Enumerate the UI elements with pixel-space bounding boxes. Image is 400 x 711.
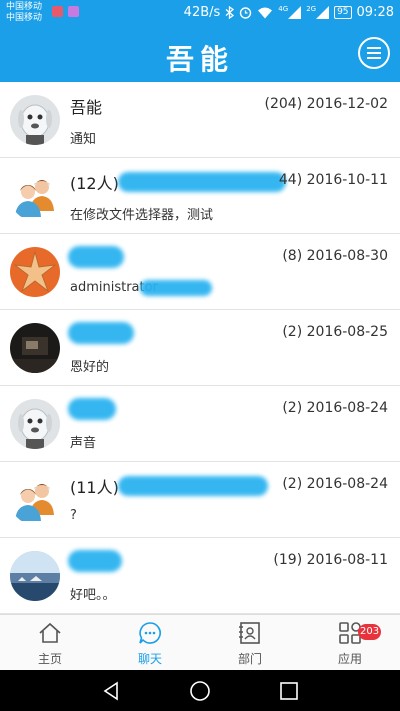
chat-list-item[interactable]: (11人) (2) 2016-08-24 ? [0,462,400,538]
tab-label: 主页 [37,652,62,666]
redacted-preview [140,280,212,296]
alarm-icon [240,7,252,19]
unread-count: (8) [282,248,303,264]
photo-avatar [10,323,60,373]
chat-preview: 恩好的 [70,360,110,375]
recents-icon[interactable] [278,680,300,702]
network-2g-label: 2G [306,5,317,13]
carrier-label: 中国移动 [6,13,43,23]
contacts-icon [239,622,260,644]
tab-chat[interactable]: 聊天 [100,615,200,671]
redacted-name [118,172,286,192]
unread-count: (204) [264,96,303,112]
redacted-name [68,398,116,420]
signal-icon [316,6,330,19]
chat-list-item[interactable]: 吾能 (204) 2016-12-02 通知 [0,82,400,158]
robot-avatar [10,95,60,145]
starfish-avatar [10,247,60,297]
status-bar: 中国移动 中国移动 42B/s 4G 2G 95 09:28 [0,0,400,28]
chat-meta: 44) 2016-10-11 [279,172,388,188]
chat-meta: (204) 2016-12-02 [265,96,388,112]
chat-date: 2016-12-02 [306,96,388,112]
chat-name: (12人) [70,174,119,193]
unread-count: (2) [282,324,303,340]
redacted-name [68,246,124,268]
chat-list-item[interactable]: (19) 2016-08-11 好吧。。 [0,538,400,614]
hamburger-menu-icon[interactable] [358,37,390,69]
home-nav-icon[interactable] [189,680,211,702]
chat-preview: 声音 [70,436,97,451]
chat-date: 2016-08-24 [306,476,388,492]
chat-date: 2016-10-11 [306,172,388,188]
photo-avatar [10,551,60,601]
chat-name: 吾能 [70,98,103,117]
chat-date: 2016-08-25 [306,324,388,340]
tab-apps[interactable]: 203 应用 [300,615,400,671]
chat-preview: 在修改文件选择器，测试 [70,208,214,223]
chat-preview: 通知 [70,132,97,147]
chat-preview: 好吧。。 [70,588,116,603]
clock: 09:28 [356,5,394,20]
unread-count: 44) [278,172,303,188]
group-avatar [10,171,60,221]
back-icon[interactable] [100,680,122,702]
carrier-label: 中国移动 [6,2,43,12]
app-notification-icon [68,6,79,17]
chat-list-item[interactable]: (2) 2016-08-24 声音 [0,386,400,462]
chat-meta: (2) 2016-08-24 [282,400,388,416]
unread-count: (2) [282,400,303,416]
chat-date: 2016-08-30 [306,248,388,264]
chat-preview: ? [70,508,77,523]
chat-list-item[interactable]: (12人) 44) 2016-10-11 在修改文件选择器，测试 [0,158,400,234]
group-avatar [10,475,60,525]
tab-home[interactable]: 主页 [0,615,100,671]
app-header: 吾能 [0,28,400,82]
chat-meta: (2) 2016-08-25 [282,324,388,340]
unread-count: (2) [282,476,303,492]
app-notification-icon [52,6,63,17]
chat-date: 2016-08-11 [306,552,388,568]
status-indicators: 42B/s 4G 2G 95 09:28 [184,5,394,20]
chat-meta: (8) 2016-08-30 [282,248,388,264]
chat-meta: (2) 2016-08-24 [282,476,388,492]
battery-indicator: 95 [334,6,352,19]
tab-label: 聊天 [137,652,162,666]
chat-name: (11人) [70,478,119,497]
signal-icon [288,6,302,19]
redacted-name [68,322,134,344]
chat-list[interactable]: 吾能 (204) 2016-12-02 通知 (12人) 44) 2016-10… [0,82,400,614]
home-icon [39,622,61,643]
chat-meta: (19) 2016-08-11 [273,552,388,568]
chat-list-item[interactable]: (8) 2016-08-30 administrator [0,234,400,310]
carrier-info: 中国移动 中国移动 [6,2,42,24]
notification-badge: 203 [358,624,382,640]
redacted-name [68,550,122,572]
tab-department[interactable]: 部门 [200,615,300,671]
robot-avatar [10,399,60,449]
wifi-icon [258,7,273,19]
network-speed: 42B/s [183,5,221,20]
chat-list-item[interactable]: (2) 2016-08-25 恩好的 [0,310,400,386]
bluetooth-icon [225,6,235,19]
network-4g-label: 4G [278,5,289,13]
bottom-tab-bar: 主页 聊天 部门 203 应用 [0,614,400,670]
chat-icon [139,622,161,644]
app-logo: 吾能 [165,43,234,76]
tab-label: 部门 [237,652,262,666]
redacted-name [118,476,268,496]
chat-date: 2016-08-24 [306,400,388,416]
unread-count: (19) [273,552,303,568]
tab-label: 应用 [337,652,362,666]
system-nav-bar [0,670,400,711]
